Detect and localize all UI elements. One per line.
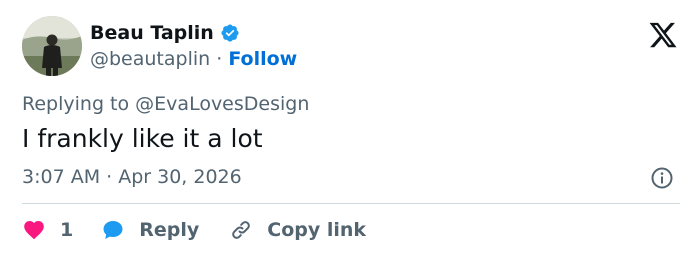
follow-link[interactable]: Follow xyxy=(228,48,297,70)
action-bar: 1 Reply Copy link xyxy=(22,216,366,244)
avatar[interactable] xyxy=(22,16,82,76)
copy-link-button[interactable]: Copy link xyxy=(229,218,366,242)
reply-button[interactable]: Reply xyxy=(101,218,199,242)
tweet-text: I frankly like it a lot xyxy=(22,124,263,153)
replying-to-prefix: Replying to xyxy=(22,93,130,115)
author-handle-row: @beautaplin · Follow xyxy=(90,48,297,70)
replying-to-handle[interactable]: @EvaLovesDesign xyxy=(135,93,309,115)
heart-icon xyxy=(24,221,44,240)
divider xyxy=(22,203,680,204)
author-name[interactable]: Beau Taplin xyxy=(90,22,214,44)
copy-link-label: Copy link xyxy=(267,219,367,241)
link-icon xyxy=(232,221,251,239)
handle-separator: · xyxy=(216,48,223,70)
verified-badge-icon xyxy=(221,24,239,42)
speech-bubble-icon xyxy=(103,221,123,239)
author-name-row[interactable]: Beau Taplin xyxy=(90,22,240,44)
avatar-photo xyxy=(22,16,82,76)
tweet-timestamp[interactable]: 3:07 AM · Apr 30, 2026 xyxy=(22,166,242,188)
replying-to-line: Replying to @EvaLovesDesign xyxy=(22,93,309,115)
like-button[interactable]: 1 xyxy=(22,218,73,242)
reply-label: Reply xyxy=(139,219,200,241)
x-logo-icon[interactable] xyxy=(648,20,678,50)
like-count: 1 xyxy=(60,219,74,241)
info-icon[interactable] xyxy=(650,166,674,190)
author-handle[interactable]: @beautaplin xyxy=(90,48,210,70)
